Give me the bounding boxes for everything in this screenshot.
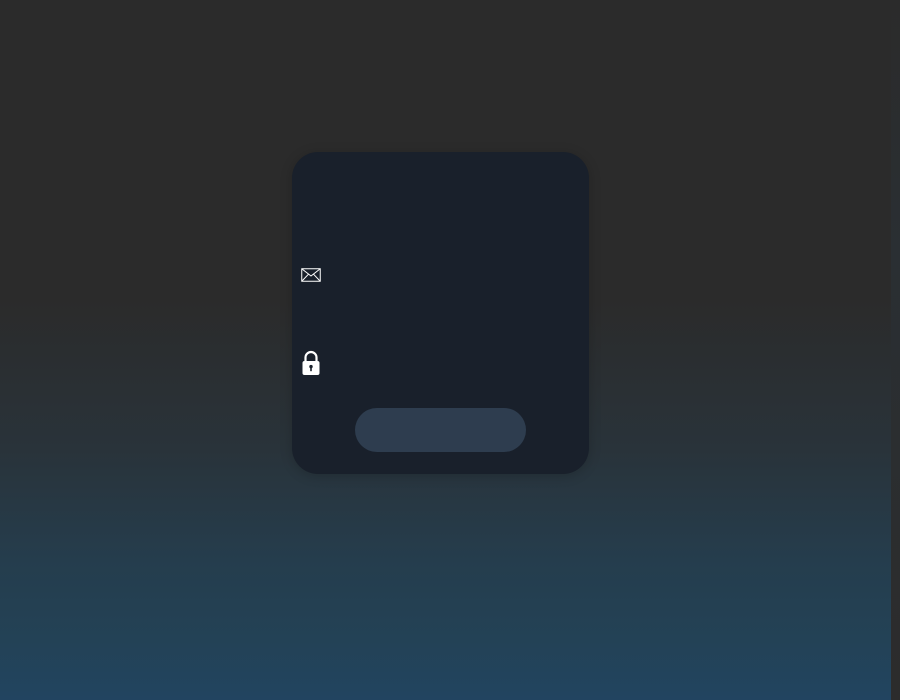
window-edge <box>891 0 900 700</box>
password-field-row <box>300 348 560 378</box>
email-field-row <box>300 260 560 290</box>
login-card <box>292 152 589 474</box>
email-input[interactable] <box>330 261 560 289</box>
mail-icon <box>300 263 322 287</box>
password-input[interactable] <box>330 349 560 377</box>
login-button[interactable] <box>355 408 526 452</box>
lock-icon <box>300 350 322 375</box>
